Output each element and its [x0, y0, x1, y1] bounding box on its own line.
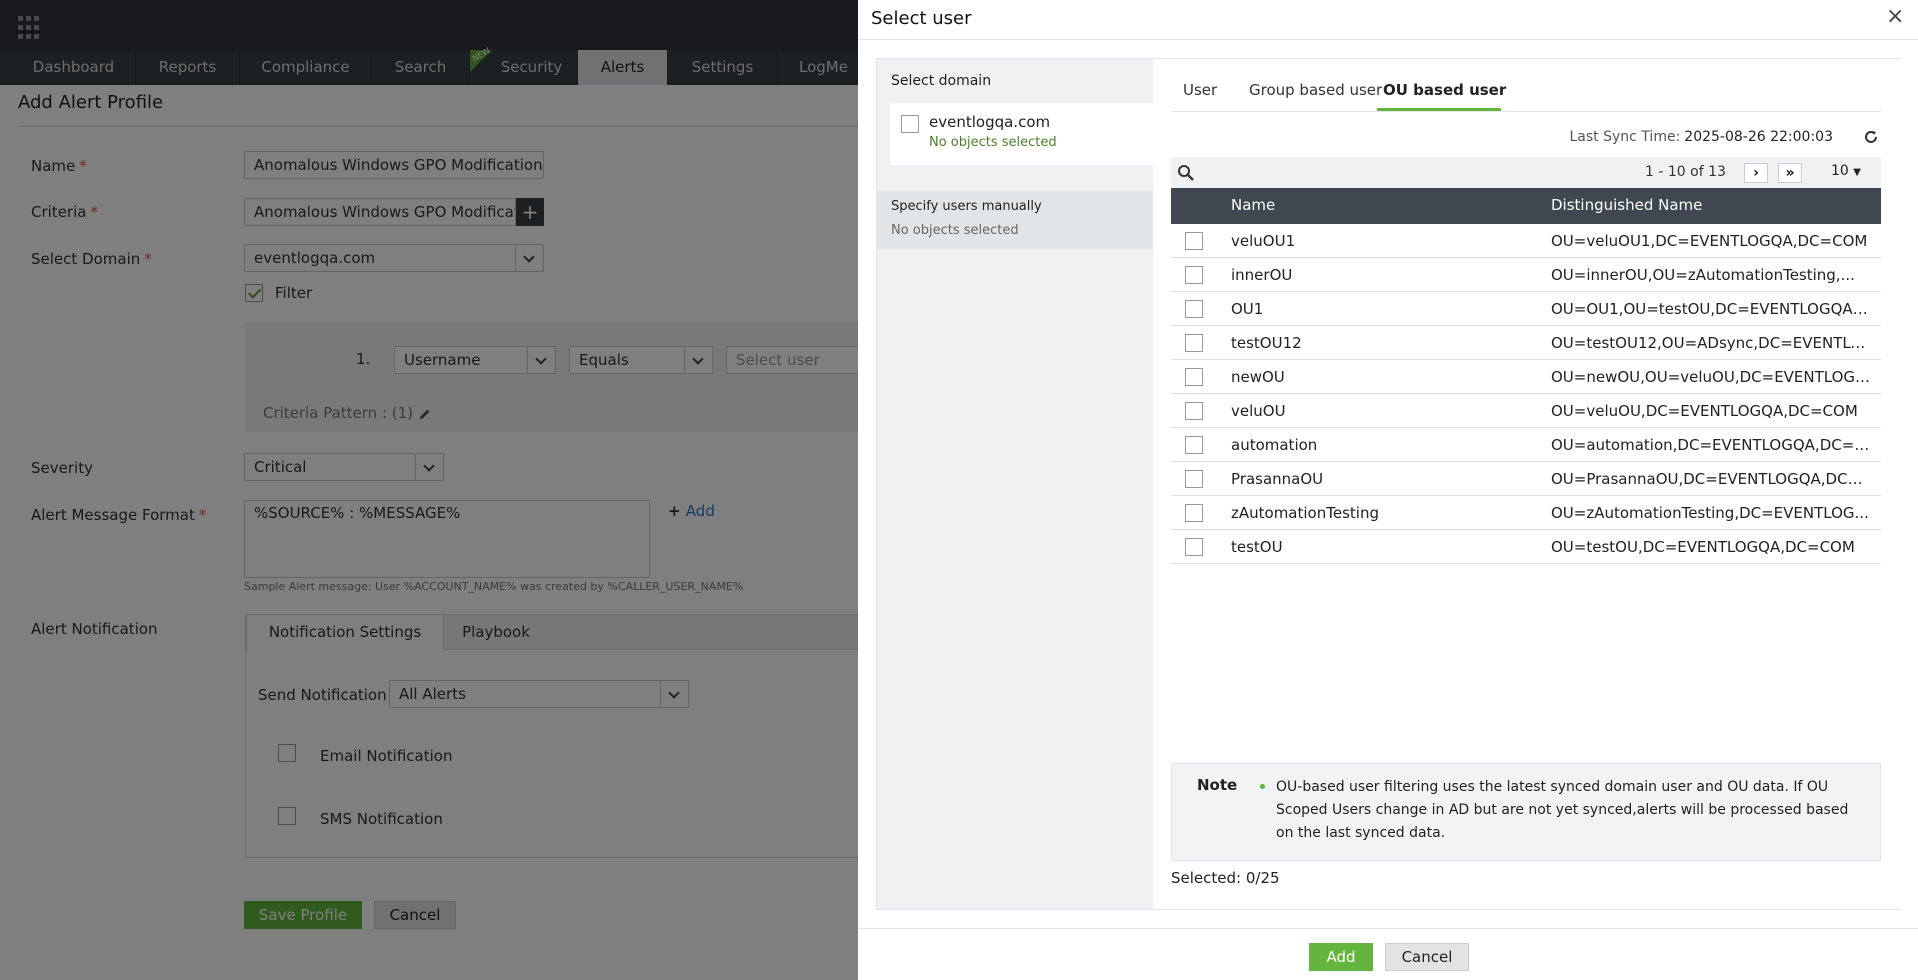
manual-status: No objects selected [891, 223, 1019, 238]
row-checkbox[interactable] [1185, 334, 1203, 352]
pagination-range: 1 - 10 of 13 [1645, 164, 1726, 180]
selected-count: Selected: 0/25 [1171, 869, 1280, 887]
row-name: newOU [1231, 368, 1285, 386]
select-domain-heading: Select domain [891, 73, 992, 89]
bullet-icon [1260, 784, 1265, 789]
close-icon[interactable]: × [1886, 6, 1904, 28]
row-distinguished-name: OU=zAutomationTesting,DC=EVENTLOG... [1551, 504, 1869, 522]
table-row[interactable]: veluOU1 OU=veluOU1,DC=EVENTLOGQA,DC=COM [1171, 224, 1881, 258]
table-row[interactable]: automation OU=automation,DC=EVENTLOGQA,DC… [1171, 428, 1881, 462]
ou-table: Name Distinguished Name veluOU1 OU=veluOU… [1171, 188, 1881, 564]
tab-ou-based-user[interactable]: OU based user [1383, 81, 1506, 99]
column-distinguished-name[interactable]: Distinguished Name [1551, 196, 1871, 214]
domain-checkbox[interactable] [901, 115, 919, 133]
column-name[interactable]: Name [1231, 196, 1275, 214]
specify-manually[interactable]: Specify users manually No objects select… [877, 191, 1153, 249]
row-name: veluOU1 [1231, 232, 1296, 250]
next-page-button[interactable]: › [1744, 163, 1768, 183]
table-row[interactable]: zAutomationTesting OU=zAutomationTesting,… [1171, 496, 1881, 530]
domain-pane: Select domain eventlogqa.com No objects … [877, 59, 1153, 909]
domain-name: eventlogqa.com [929, 113, 1051, 131]
note-text: OU-based user filtering uses the latest … [1276, 779, 1849, 841]
row-checkbox[interactable] [1185, 504, 1203, 522]
table-row[interactable]: PrasannaOU OU=PrasannaOU,DC=EVENTLOGQA,DC… [1171, 462, 1881, 496]
note-box: Note OU-based user filtering uses the la… [1171, 763, 1881, 861]
table-row[interactable]: innerOU OU=innerOU,OU=zAutomationTesting,… [1171, 258, 1881, 292]
row-checkbox[interactable] [1185, 538, 1203, 556]
table-header: Name Distinguished Name [1171, 188, 1881, 224]
add-button[interactable]: Add [1309, 943, 1373, 971]
manual-heading: Specify users manually [891, 199, 1042, 214]
modal-backdrop[interactable] [0, 0, 860, 980]
tab-group-based-user[interactable]: Group based user [1249, 81, 1382, 99]
note-label: Note [1197, 776, 1238, 794]
cancel-button[interactable]: Cancel [1385, 943, 1469, 971]
table-row[interactable]: OU1 OU=OU1,OU=testOU,DC=EVENTLOGQA,DC... [1171, 292, 1881, 326]
table-row[interactable]: testOU12 OU=testOU12,OU=ADsync,DC=EVENTLO… [1171, 326, 1881, 360]
table-row[interactable]: testOU OU=testOU,DC=EVENTLOGQA,DC=COM [1171, 530, 1881, 564]
row-distinguished-name: OU=OU1,OU=testOU,DC=EVENTLOGQA,DC... [1551, 300, 1871, 318]
row-name: zAutomationTesting [1231, 504, 1379, 522]
row-distinguished-name: OU=automation,DC=EVENTLOGQA,DC=COM [1551, 436, 1871, 454]
select-user-dialog: Select user × Select domain eventlogqa.c… [858, 0, 1918, 980]
row-distinguished-name: OU=testOU,DC=EVENTLOGQA,DC=COM [1551, 538, 1855, 556]
row-checkbox[interactable] [1185, 368, 1203, 386]
dialog-body: Select domain eventlogqa.com No objects … [876, 58, 1901, 910]
row-name: testOU [1231, 538, 1283, 556]
row-checkbox[interactable] [1185, 402, 1203, 420]
row-checkbox[interactable] [1185, 300, 1203, 318]
table-row[interactable]: newOU OU=newOU,OU=veluOU,DC=EVENTLOGQA,..… [1171, 360, 1881, 394]
active-tab-indicator [1377, 108, 1501, 111]
row-checkbox[interactable] [1185, 232, 1203, 250]
row-name: innerOU [1231, 266, 1293, 284]
dialog-footer-divider [858, 928, 1918, 929]
row-distinguished-name: OU=innerOU,OU=zAutomationTesting,... [1551, 266, 1855, 284]
row-name: PrasannaOU [1231, 470, 1324, 488]
table-toolbar: 1 - 10 of 13 › » 10 ▼ [1171, 157, 1881, 188]
row-distinguished-name: OU=newOU,OU=veluOU,DC=EVENTLOGQA,... [1551, 368, 1871, 386]
tab-user[interactable]: User [1183, 81, 1217, 99]
row-checkbox[interactable] [1185, 266, 1203, 284]
row-distinguished-name: OU=veluOU1,DC=EVENTLOGQA,DC=COM [1551, 232, 1868, 250]
page-size-select[interactable]: 10 ▼ [1831, 163, 1861, 179]
dialog-header-divider [858, 39, 1918, 40]
dialog-title: Select user [871, 8, 972, 29]
table-row[interactable]: veluOU OU=veluOU,DC=EVENTLOGQA,DC=COM [1171, 394, 1881, 428]
row-checkbox[interactable] [1185, 436, 1203, 454]
tabs-divider [1171, 111, 1881, 112]
row-name: veluOU [1231, 402, 1286, 420]
row-name: OU1 [1231, 300, 1264, 318]
row-checkbox[interactable] [1185, 470, 1203, 488]
row-distinguished-name: OU=testOU12,OU=ADsync,DC=EVENTLOG... [1551, 334, 1871, 352]
row-distinguished-name: OU=veluOU,DC=EVENTLOGQA,DC=COM [1551, 402, 1858, 420]
last-sync: Last Sync Time: 2025-08-26 22:00:03 [1569, 129, 1834, 145]
refresh-icon[interactable] [1863, 129, 1879, 145]
domain-item[interactable]: eventlogqa.com No objects selected [890, 103, 1153, 165]
row-name: testOU12 [1231, 334, 1302, 352]
row-name: automation [1231, 436, 1318, 454]
last-page-button[interactable]: » [1778, 163, 1802, 183]
search-icon[interactable] [1177, 164, 1195, 182]
domain-status: No objects selected [929, 135, 1057, 150]
row-distinguished-name: OU=PrasannaOU,DC=EVENTLOGQA,DC=COM [1551, 470, 1871, 488]
object-pane: User Group based user OU based user Last… [1153, 59, 1901, 909]
